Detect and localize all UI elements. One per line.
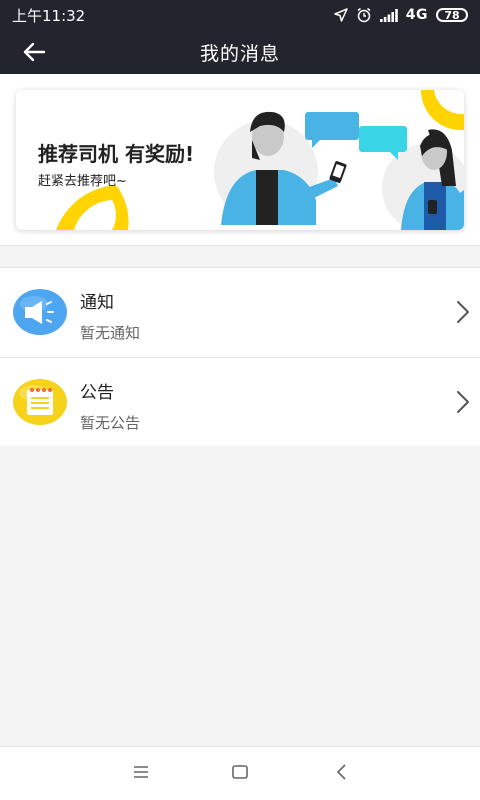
notification-title: 通知 <box>80 293 114 313</box>
status-bar: 上午11:32 4G 78 <box>0 0 480 30</box>
referral-banner[interactable]: 推荐司机 有奖励! 赶紧去推荐吧~ <box>16 90 464 230</box>
list-item-notification[interactable]: 通知 暂无通知 <box>0 268 480 357</box>
chevron-right-icon <box>457 391 469 413</box>
location-icon <box>334 8 348 22</box>
notepad-icon <box>13 379 67 425</box>
banner-heading: 推荐司机 有奖励! <box>38 142 195 166</box>
banner-subtitle: 赶紧去推荐吧~ <box>38 174 127 189</box>
notification-subtitle: 暂无通知 <box>80 324 141 342</box>
back-button[interactable] <box>16 38 52 66</box>
system-nav-bar <box>0 746 480 800</box>
announcement-text: 公告 暂无公告 <box>80 378 140 433</box>
list-item-announcement[interactable]: 公告 暂无公告 <box>0 357 480 446</box>
battery-level: 78 <box>444 8 460 22</box>
announcement-title: 公告 <box>80 383 114 403</box>
back-icon[interactable] <box>333 763 351 781</box>
network-type: 4G <box>405 7 428 23</box>
announcement-subtitle: 暂无公告 <box>80 414 141 432</box>
message-list: 通知 暂无通知 公告 暂无公告 <box>0 267 480 446</box>
app-bar: 我的消息 <box>0 30 480 74</box>
alarm-icon <box>357 7 371 23</box>
status-time: 上午11:32 <box>12 6 86 25</box>
page-title: 我的消息 <box>199 42 280 65</box>
home-icon[interactable] <box>231 763 249 781</box>
notification-text: 通知 暂无通知 <box>80 288 140 343</box>
signal-icon <box>379 8 398 22</box>
battery-icon: 78 <box>436 8 468 22</box>
status-icons: 4G 78 <box>334 7 468 23</box>
menu-icon[interactable] <box>132 763 150 781</box>
back-arrow-icon <box>23 42 46 62</box>
megaphone-icon <box>13 289 67 335</box>
chevron-right-icon <box>457 301 469 323</box>
banner-section: 推荐司机 有奖励! 赶紧去推荐吧~ <box>0 74 480 246</box>
